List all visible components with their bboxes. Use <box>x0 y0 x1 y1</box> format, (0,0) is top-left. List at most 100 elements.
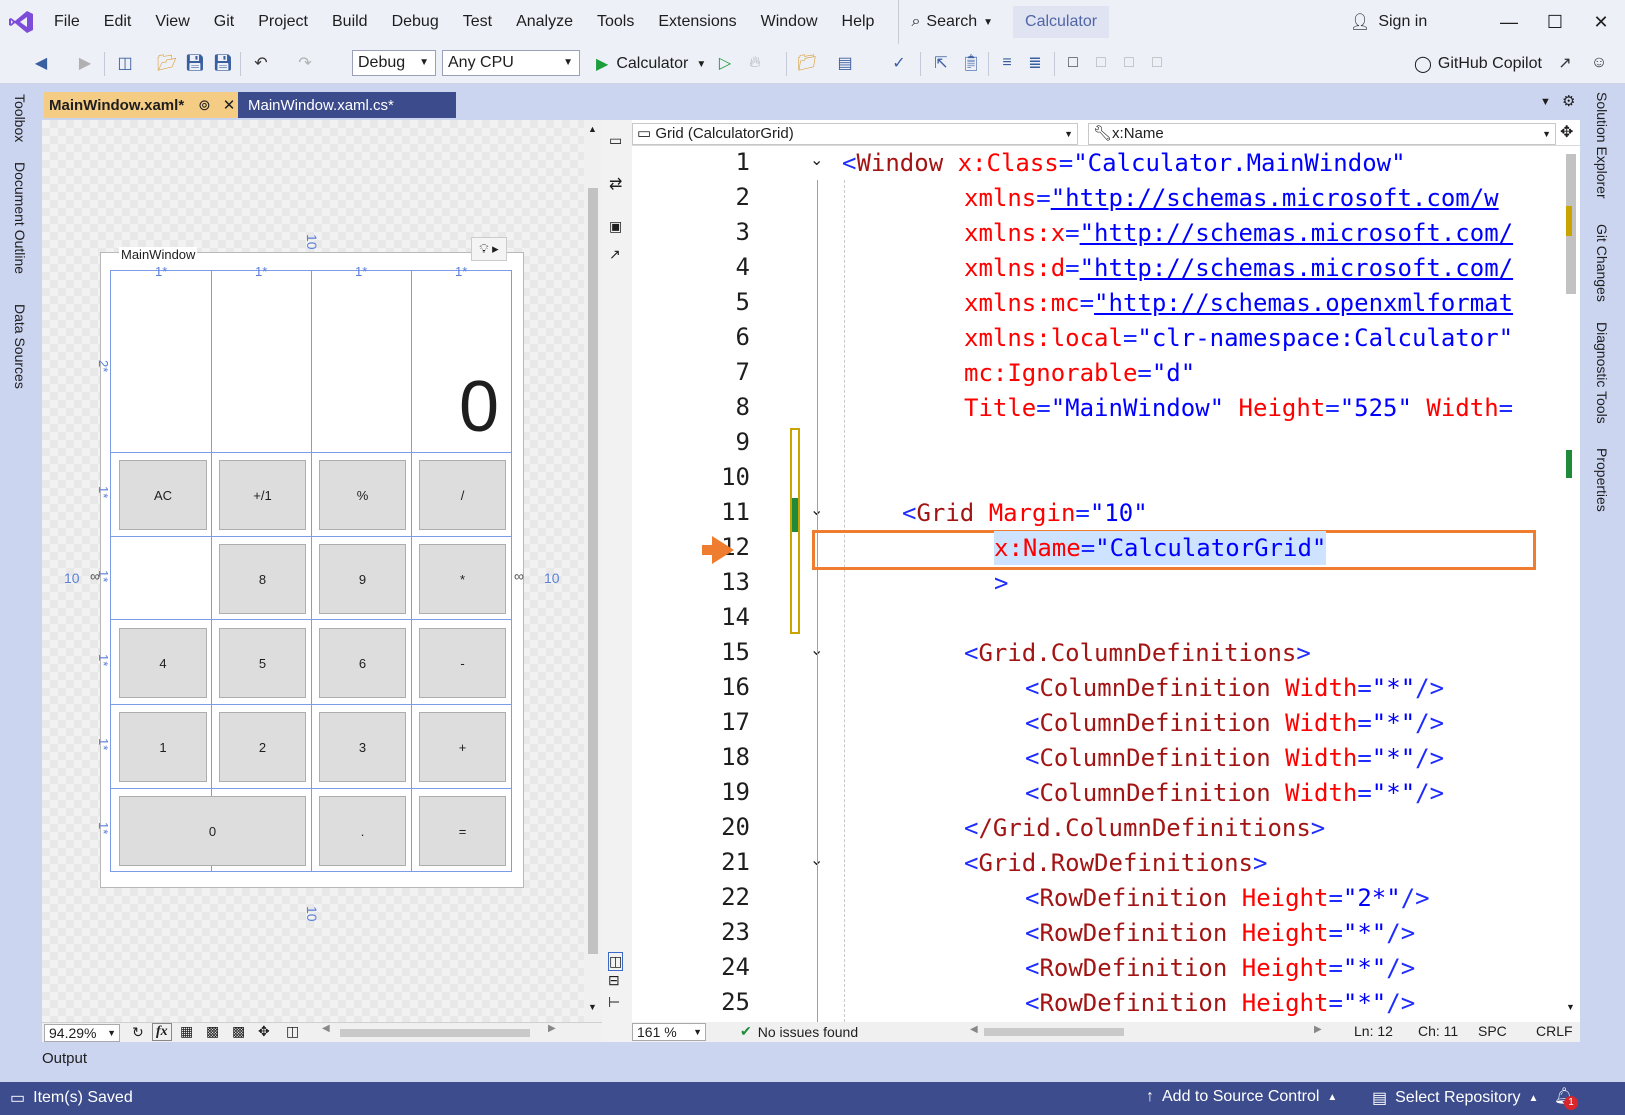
tab-mainwindow-xaml[interactable]: MainWindow.xaml* ⊚ ✕ <box>44 92 238 118</box>
horizontal-scroll-thumb[interactable] <box>984 1028 1124 1036</box>
toolbox-tab[interactable]: Toolbox <box>12 94 28 142</box>
calc-button-6[interactable]: 6 <box>319 628 406 698</box>
paste-icon[interactable]: 📋︎ <box>960 52 982 74</box>
calc-button-ac[interactable]: AC <box>119 460 207 530</box>
menu-project[interactable]: Project <box>246 0 320 44</box>
selection-icon[interactable]: ⇱ <box>930 52 952 74</box>
undo-icon[interactable]: ↶ <box>250 52 272 74</box>
notifications-button[interactable]: 🔔︎ 1 <box>1554 1086 1578 1110</box>
diagnostic-tools-tab[interactable]: Diagnostic Tools <box>1594 322 1610 424</box>
search-box[interactable]: ⌕ Search ▼ <box>898 0 1005 44</box>
scroll-down-icon[interactable]: ▼ <box>1566 1002 1575 1012</box>
solution-explorer-tab[interactable]: Solution Explorer <box>1594 92 1610 199</box>
effects-button[interactable]: fx <box>152 1023 172 1041</box>
comment-icon[interactable]: ≡ <box>996 52 1018 74</box>
column-size-label[interactable]: 1* <box>255 264 267 279</box>
whitespace-indicator[interactable]: SPC <box>1478 1023 1507 1039</box>
lightbulb-icon[interactable]: 💡︎ ▸ <box>471 237 507 261</box>
calc-button-plus[interactable]: + <box>419 712 506 782</box>
tab-overflow-icon[interactable]: ▼ <box>1540 96 1551 108</box>
snap-to-lines-icon[interactable]: ✥ <box>258 1023 270 1040</box>
close-window-button[interactable]: ✕ <box>1578 0 1624 44</box>
scroll-down-icon[interactable]: ▼ <box>588 1002 597 1012</box>
tab-mainwindow-xaml-cs[interactable]: MainWindow.xaml.cs* <box>238 92 456 118</box>
calc-button-divide[interactable]: / <box>419 460 506 530</box>
scope-dropdown[interactable]: ▭ Grid (CalculatorGrid) ▼ <box>632 123 1078 145</box>
calc-button-9[interactable]: 9 <box>319 544 406 614</box>
properties-tab[interactable]: Properties <box>1594 448 1610 512</box>
link-margin-icon[interactable]: ∞ <box>514 568 524 584</box>
scroll-right-icon[interactable]: ▶ <box>548 1023 556 1034</box>
scroll-thumb[interactable] <box>588 188 598 954</box>
minimize-button[interactable]: — <box>1486 0 1532 44</box>
maximize-button[interactable]: ☐ <box>1532 0 1578 44</box>
add-to-source-control-button[interactable]: ↑ Add to Source Control ▲ <box>1146 1088 1337 1106</box>
new-project-icon[interactable]: ◫ <box>114 52 136 74</box>
sign-in-button[interactable]: 👤︎ Sign in <box>1350 0 1427 44</box>
hot-reload-icon[interactable]: 🔥︎ <box>744 52 766 74</box>
uncomment-icon[interactable]: ≣ <box>1024 52 1046 74</box>
scroll-left-icon[interactable]: ◀ <box>322 1023 330 1034</box>
calc-button-3[interactable]: 3 <box>319 712 406 782</box>
split-editor-icon[interactable]: ✥ <box>1560 122 1573 142</box>
calc-button-minus[interactable]: - <box>419 628 506 698</box>
menu-debug[interactable]: Debug <box>380 0 451 44</box>
row-size-label[interactable]: 2* <box>96 360 111 372</box>
issues-indicator[interactable]: ✔ No issues found <box>740 1023 858 1040</box>
clear-bookmarks-icon[interactable]: □ <box>1146 52 1168 74</box>
row-size-label[interactable]: 1* <box>96 654 111 666</box>
menu-extensions[interactable]: Extensions <box>646 0 748 44</box>
scroll-left-icon[interactable]: ◀ <box>970 1024 978 1035</box>
calc-button-2[interactable]: 2 <box>219 712 306 782</box>
snap-to-grid-icon[interactable]: ▩ <box>206 1023 219 1040</box>
calc-button-equals[interactable]: = <box>419 796 506 866</box>
artboard-background-icon[interactable]: ▩ <box>232 1023 245 1040</box>
open-folder-icon[interactable]: 📂︎ <box>156 52 178 74</box>
row-size-label[interactable]: 1* <box>96 822 111 834</box>
vertical-split-icon[interactable]: ◫ <box>608 952 624 971</box>
bookmark-icon[interactable]: □ <box>1062 52 1084 74</box>
output-tab[interactable]: Output <box>42 1050 87 1067</box>
margin-right-label[interactable]: 10 <box>544 570 560 586</box>
start-debugging-button[interactable]: ▶ Calculator ▼ <box>596 50 706 78</box>
select-repository-button[interactable]: ▤ Select Repository ▲ <box>1372 1088 1538 1108</box>
close-icon[interactable]: ✕ <box>223 96 236 114</box>
menu-file[interactable]: File <box>42 0 92 44</box>
calc-button-decimal[interactable]: . <box>319 796 406 866</box>
next-bookmark-icon[interactable]: □ <box>1118 52 1140 74</box>
menu-analyze[interactable]: Analyze <box>504 0 585 44</box>
column-size-label[interactable]: 1* <box>155 264 167 279</box>
forward-icon[interactable]: ▶ <box>74 52 96 74</box>
show-grid-icon[interactable]: ▦ <box>180 1023 193 1040</box>
device-preview-icon[interactable]: ◫ <box>286 1023 299 1040</box>
margin-bottom-label[interactable]: 10 <box>304 906 320 922</box>
save-all-icon[interactable]: 💾︎ <box>212 52 234 74</box>
calc-button-1[interactable]: 1 <box>119 712 207 782</box>
expand-pane-icon[interactable]: ⊢ <box>608 994 620 1011</box>
menu-view[interactable]: View <box>143 0 201 44</box>
platform-select[interactable]: Any CPU ▼ <box>442 50 580 76</box>
calc-button-4[interactable]: 4 <box>119 628 207 698</box>
layout-icon[interactable]: ▤ <box>834 52 856 74</box>
xaml-code-editor[interactable]: 1 2 3 4 5 6 7 8 9 10 11 12 13 14 15 16 1… <box>632 146 1562 1022</box>
document-outline-tab[interactable]: Document Outline <box>12 162 28 274</box>
settings-gear-icon[interactable]: ⚙ <box>1562 92 1575 110</box>
row-size-label[interactable]: 1* <box>96 738 111 750</box>
fold-toggle-icon[interactable]: ⌄ <box>810 150 823 170</box>
menu-build[interactable]: Build <box>320 0 380 44</box>
calc-button-8[interactable]: 8 <box>219 544 306 614</box>
link-margin-icon[interactable]: ∞ <box>90 568 100 584</box>
share-icon[interactable]: ↗ <box>1554 52 1576 74</box>
calc-button-negate[interactable]: +/1 <box>219 460 306 530</box>
feedback-icon[interactable]: ☺ <box>1588 52 1610 74</box>
member-dropdown[interactable]: 🔧︎x:Name ▼ <box>1088 123 1556 145</box>
margin-left-label[interactable]: 10 <box>64 570 80 586</box>
row-size-label[interactable]: 1* <box>96 486 111 498</box>
calc-button-percent[interactable]: % <box>319 460 406 530</box>
calc-button-0[interactable]: 0 <box>119 796 306 866</box>
horizontal-split-icon[interactable]: ⊟ <box>608 972 620 989</box>
github-copilot-button[interactable]: ◯ GitHub Copilot <box>1414 50 1542 78</box>
pin-icon[interactable]: ⊚ <box>198 96 211 114</box>
folder-view-icon[interactable]: 📁︎ <box>796 52 818 74</box>
redo-icon[interactable]: ↷ <box>294 52 316 74</box>
